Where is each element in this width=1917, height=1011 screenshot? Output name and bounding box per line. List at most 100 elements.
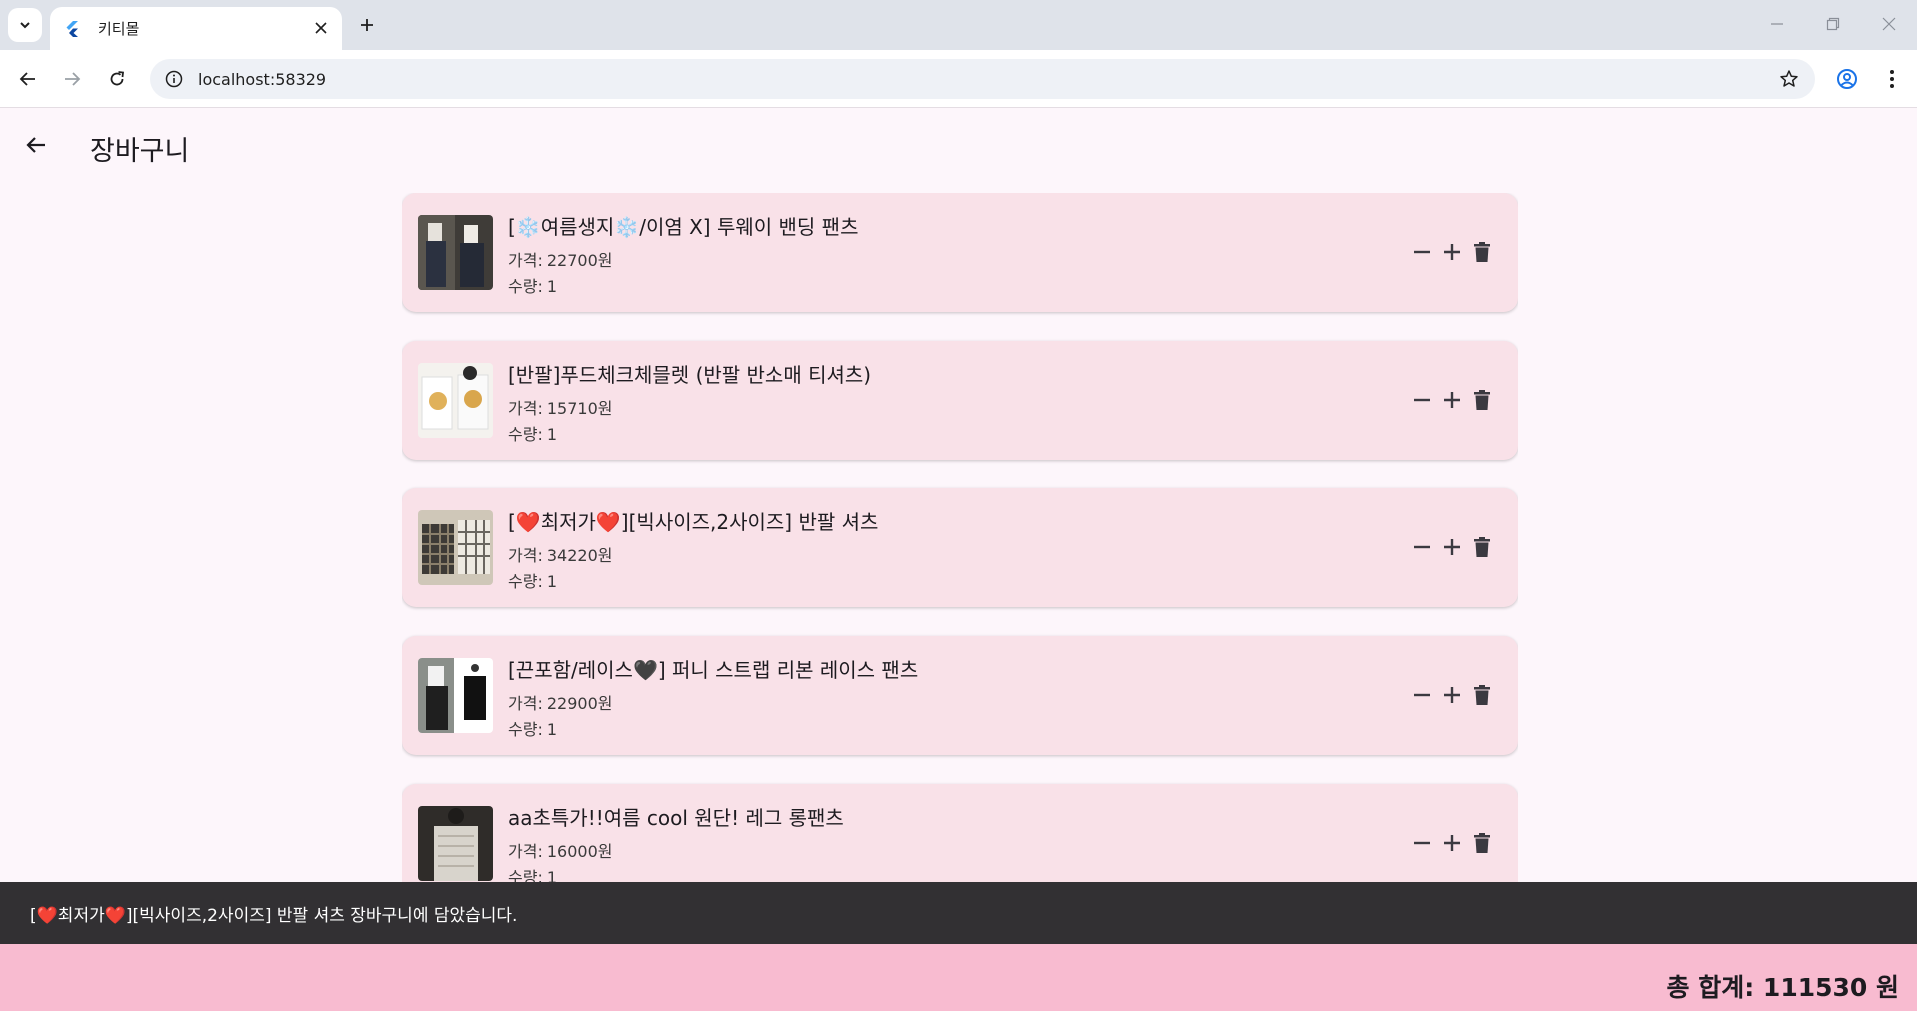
minus-icon [1414,841,1430,845]
increase-quantity-button[interactable] [1440,680,1464,710]
browser-back-button[interactable] [12,63,44,95]
plus-icon [1444,687,1460,703]
tab-search-button[interactable] [8,8,42,42]
item-quantity: 수량: 1 [508,716,557,740]
profile-button[interactable] [1831,63,1863,95]
back-button[interactable] [16,125,56,165]
product-image [418,658,493,733]
qty-value: 1 [546,425,558,444]
delete-item-button[interactable] [1470,680,1494,710]
qty-label: 수량: [508,720,543,739]
qty-value: 1 [546,720,558,739]
qty-label: 수량: [508,277,543,296]
cart-item-card: aa초특가!!여름 cool 원단! 레그 롱팬츠 가격: 16000원 수량: 1 [402,784,1518,883]
price-value: 22900원 [546,694,613,713]
close-icon [1882,17,1896,31]
price-value: 16000원 [546,842,613,861]
item-name: [반팔]푸드체크체믈렛 (반팔 반소매 티셔츠) [508,363,872,387]
reload-button[interactable] [101,63,133,95]
app-bar: 장바구니 [0,109,1917,181]
minus-icon [1414,250,1430,254]
site-info-icon[interactable] [162,67,186,91]
price-label: 가격: [508,546,543,565]
more-vert-icon [1890,70,1894,88]
arrow-right-icon [65,72,81,86]
plus-icon [1444,392,1460,408]
qty-value: 1 [546,277,558,296]
qty-value: 1 [546,572,558,591]
product-image [418,215,493,290]
trash-icon [1474,685,1490,705]
minus-icon [1414,693,1430,697]
price-value: 34220원 [546,546,613,565]
cart-item-card: [반팔]푸드체크체믈렛 (반팔 반소매 티셔츠) 가격: 15710원 수량: 1 [402,341,1518,460]
item-quantity: 수량: 1 [508,864,557,883]
new-tab-button[interactable] [352,10,382,40]
minus-icon [1414,545,1430,549]
delete-item-button[interactable] [1470,532,1494,562]
browser-menu-button[interactable] [1876,63,1908,95]
total-bar: 총 합계: 111530 원 [0,944,1917,1011]
item-quantity: 수량: 1 [508,568,557,592]
total-amount: 총 합계: 111530 원 [1666,973,1899,1002]
bookmark-star-icon[interactable] [1777,67,1801,91]
delete-item-button[interactable] [1470,828,1494,858]
item-actions [1410,237,1494,267]
price-value: 15710원 [546,399,613,418]
item-quantity: 수량: 1 [508,421,557,445]
item-name: [끈포함/레이스🖤] 퍼니 스트랩 리본 레이스 팬츠 [508,658,919,682]
item-quantity: 수량: 1 [508,273,557,297]
cart-list[interactable]: [❄️여름생지❄️/이염 X] 투웨이 밴딩 팬츠 가격: 22700원 수량: 1… [402,193,1518,883]
browser-tab[interactable]: 키티몰 [50,7,342,50]
product-image [418,363,493,438]
delete-item-button[interactable] [1470,385,1494,415]
minimize-icon [1771,23,1783,25]
minus-icon [1414,398,1430,402]
decrease-quantity-button[interactable] [1410,828,1434,858]
qty-label: 수량: [508,868,543,883]
item-price: 가격: 16000원 [508,838,612,862]
trash-icon [1474,242,1490,262]
restore-icon [1826,17,1840,31]
plus-icon [1444,539,1460,555]
item-actions [1410,680,1494,710]
qty-label: 수량: [508,425,543,444]
snackbar-message: [❤️최저가❤️][빅사이즈,2사이즈] 반팔 셔츠 장바구니에 담았습니다. [30,905,518,926]
chevron-down-icon [20,22,30,29]
price-label: 가격: [508,399,543,418]
trash-icon [1474,833,1490,853]
qty-label: 수량: [508,572,543,591]
increase-quantity-button[interactable] [1440,532,1464,562]
price-label: 가격: [508,694,543,713]
qty-value: 1 [546,868,558,883]
item-name: aa초특가!!여름 cool 원단! 레그 롱팬츠 [508,806,844,830]
decrease-quantity-button[interactable] [1410,385,1434,415]
close-window-button[interactable] [1872,9,1906,39]
item-price: 가격: 22700원 [508,247,612,271]
tab-title: 키티몰 [98,20,140,38]
flutter-favicon-icon [64,20,80,37]
item-price: 가격: 22900원 [508,690,612,714]
arrow-left-icon [26,137,45,153]
tab-close-icon[interactable] [310,17,332,39]
item-actions [1410,385,1494,415]
item-actions [1410,828,1494,858]
minimize-button[interactable] [1760,9,1794,39]
delete-item-button[interactable] [1470,237,1494,267]
cart-item-card: [❤️최저가❤️][빅사이즈,2사이즈] 반팔 셔츠 가격: 34220원 수량:… [402,488,1518,607]
cart-item-card: [❄️여름생지❄️/이염 X] 투웨이 밴딩 팬츠 가격: 22700원 수량: 1 [402,193,1518,312]
increase-quantity-button[interactable] [1440,385,1464,415]
decrease-quantity-button[interactable] [1410,680,1434,710]
arrow-left-icon [19,72,35,86]
increase-quantity-button[interactable] [1440,828,1464,858]
browser-forward-button[interactable] [56,63,88,95]
address-bar[interactable]: localhost:58329 [150,59,1815,99]
item-price: 가격: 15710원 [508,395,612,419]
trash-icon [1474,390,1490,410]
account-circle-icon [1837,69,1857,89]
restore-button[interactable] [1816,9,1850,39]
decrease-quantity-button[interactable] [1410,532,1434,562]
decrease-quantity-button[interactable] [1410,237,1434,267]
browser-toolbar: localhost:58329 [0,50,1917,108]
increase-quantity-button[interactable] [1440,237,1464,267]
